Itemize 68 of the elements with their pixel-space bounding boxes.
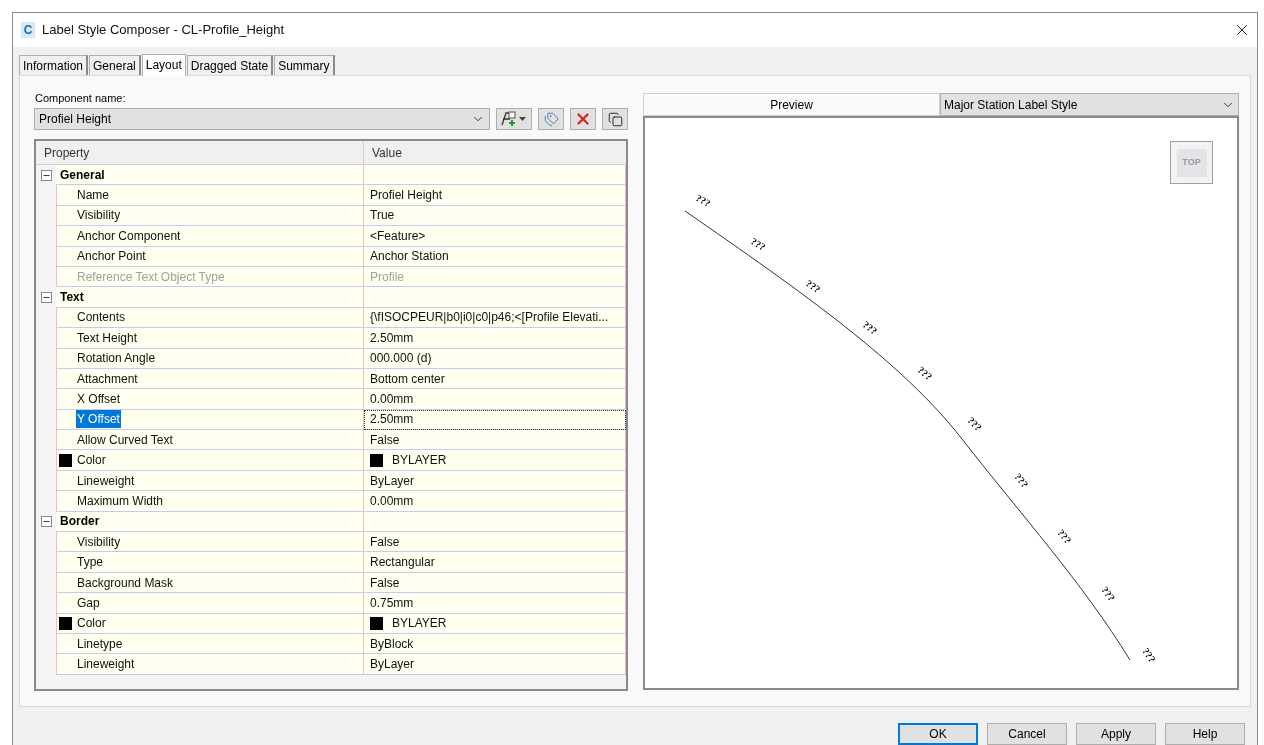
property-name[interactable]: Text Height bbox=[76, 328, 139, 347]
property-value[interactable]: BYLAYER bbox=[392, 451, 447, 470]
color-swatch bbox=[370, 616, 383, 630]
field-label: Component name: bbox=[34, 91, 127, 106]
property-name[interactable]: Gap bbox=[76, 593, 101, 612]
property-name[interactable]: Color bbox=[76, 451, 107, 470]
property-name[interactable]: Attachment bbox=[76, 369, 139, 388]
delete-button[interactable] bbox=[570, 108, 596, 130]
property-value[interactable]: 0.75mm bbox=[370, 593, 414, 612]
property-value[interactable]: 0.00mm bbox=[370, 390, 414, 408]
text-plus-icon bbox=[500, 111, 528, 127]
collapse-icon[interactable] bbox=[40, 516, 52, 528]
property-name[interactable]: Y Offset bbox=[76, 410, 121, 429]
collapse-icon[interactable] bbox=[40, 292, 52, 304]
property-value[interactable]: True bbox=[370, 206, 395, 225]
property-value[interactable]: ByLayer bbox=[370, 471, 415, 490]
station-label: ??? bbox=[694, 192, 713, 209]
tab[interactable]: Dragged State bbox=[186, 55, 274, 75]
station-label: ??? bbox=[915, 364, 935, 383]
station-label: ??? bbox=[1140, 645, 1158, 665]
label-style-dropdown[interactable]: Major Station Label Style bbox=[940, 93, 1239, 116]
dialog-button[interactable]: Help bbox=[1165, 723, 1245, 745]
property-value[interactable]: 2.50mm bbox=[370, 410, 414, 429]
copy-icon bbox=[607, 111, 623, 127]
station-label: ??? bbox=[965, 414, 984, 433]
property-value[interactable]: 0.00mm bbox=[370, 491, 414, 510]
property-name[interactable]: Name bbox=[76, 186, 110, 205]
app-logo: C bbox=[21, 22, 35, 38]
property-name[interactable]: Linetype bbox=[76, 634, 124, 653]
column-header[interactable]: Property bbox=[36, 141, 364, 164]
color-swatch bbox=[370, 453, 383, 467]
property-name[interactable]: Color bbox=[76, 614, 107, 633]
dialog-button[interactable]: Apply bbox=[1076, 723, 1156, 745]
component-dropdown[interactable]: Profiel Height bbox=[34, 108, 490, 130]
station-label: ??? bbox=[1055, 527, 1074, 546]
property-value[interactable]: 2.50mm bbox=[370, 328, 414, 347]
property-value[interactable]: <Feature> bbox=[370, 226, 426, 245]
property-name[interactable]: Lineweight bbox=[76, 655, 136, 674]
property-name[interactable]: Type bbox=[76, 553, 104, 572]
tab[interactable]: Layout bbox=[141, 54, 186, 76]
station-label: ??? bbox=[1012, 471, 1031, 490]
add-text-button[interactable] bbox=[496, 108, 532, 130]
property-value[interactable]: ByBlock bbox=[370, 634, 414, 653]
tab[interactable]: Information bbox=[19, 55, 89, 75]
tab[interactable]: General bbox=[89, 55, 141, 75]
property-value[interactable]: ByLayer bbox=[370, 655, 415, 674]
property-value[interactable]: False bbox=[370, 430, 400, 449]
station-label: ??? bbox=[1099, 584, 1118, 604]
station-label: ??? bbox=[748, 235, 768, 253]
delete-icon bbox=[574, 110, 592, 128]
property-name[interactable]: X Offset bbox=[76, 390, 122, 408]
property-name[interactable]: Visibility bbox=[76, 206, 122, 225]
station-label: ??? bbox=[803, 277, 823, 296]
copy-button[interactable] bbox=[602, 108, 628, 130]
tag-icon bbox=[543, 111, 559, 127]
window-title: Label Style Composer - CL-Profile_Height bbox=[42, 21, 285, 40]
property-name[interactable]: Visibility bbox=[76, 532, 122, 551]
property-value[interactable]: False bbox=[370, 532, 400, 551]
tab[interactable]: Summary bbox=[274, 55, 335, 75]
column-header[interactable]: Value bbox=[364, 141, 626, 164]
property-value[interactable]: False bbox=[370, 573, 400, 592]
collapse-icon[interactable] bbox=[40, 169, 52, 181]
property-value[interactable]: BYLAYER bbox=[392, 614, 447, 633]
property-name[interactable]: Contents bbox=[76, 308, 127, 327]
dialog-button[interactable]: OK bbox=[898, 723, 978, 745]
property-name[interactable]: Lineweight bbox=[76, 471, 136, 490]
station-label: ??? bbox=[860, 318, 880, 337]
dialog-button[interactable]: Cancel bbox=[987, 723, 1067, 745]
